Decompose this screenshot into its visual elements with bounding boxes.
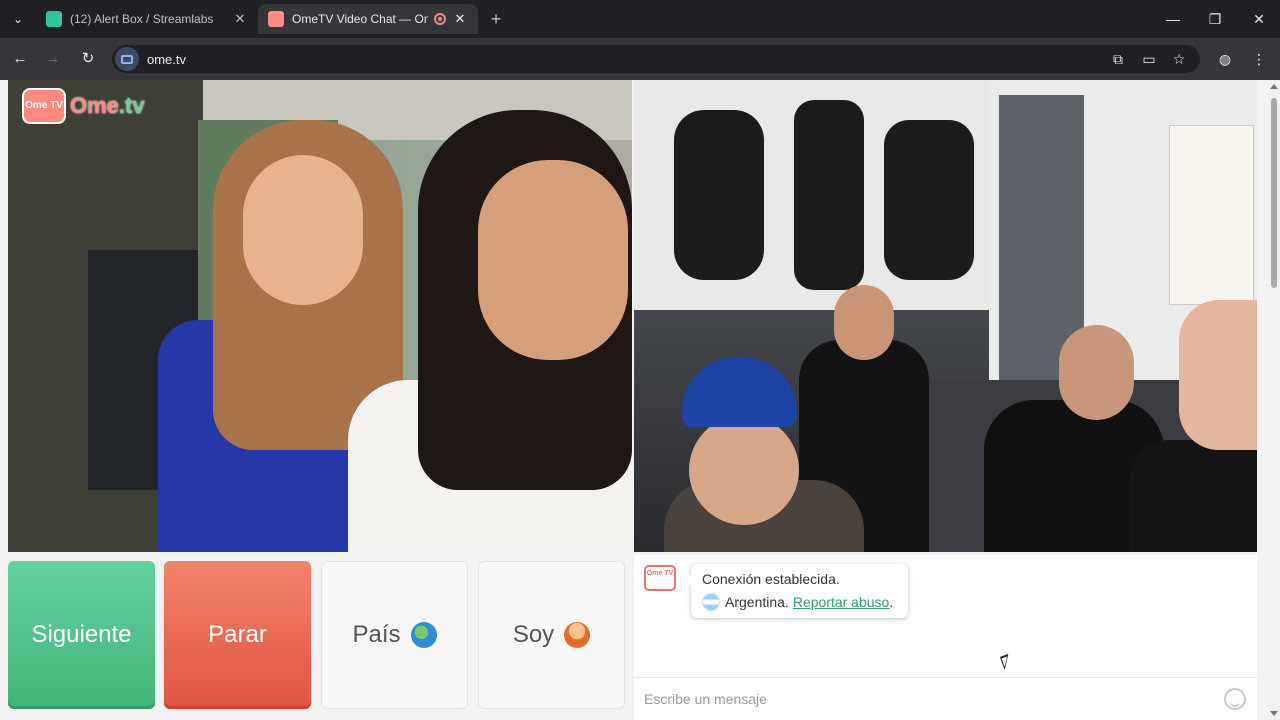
ometv-logo: Ome TV Ome.tv [22,88,145,124]
ometv-icon [268,11,284,27]
country-button-label: País [352,621,401,648]
report-suffix: . [889,594,894,610]
next-button[interactable]: Siguiente [8,561,155,709]
streamlabs-icon [46,11,62,27]
person-face [1059,325,1134,420]
logo-text-ome: Ome [70,93,119,118]
menu-dots-icon[interactable]: ⋮ [1248,48,1270,70]
logo-tv-badge: Ome TV [22,88,66,124]
profile-avatar-icon[interactable]: ◍ [1214,48,1236,70]
remote-video [634,80,1257,552]
person-dark-shirt [1129,440,1257,552]
new-tab-button[interactable]: + [486,9,506,29]
argentina-flag-icon [702,593,720,611]
logo-wordmark: Ome.tv [70,93,145,119]
gender-button-label: Soy [512,621,555,648]
partner-country-line: Argentina. Reportar abuso. [702,593,897,611]
translate-icon[interactable]: ⧉ [1107,48,1129,70]
graffiti-letter [794,100,864,290]
gender-select-button[interactable]: Soy [478,561,625,709]
graffiti-letter [884,120,974,280]
person-emoji-icon [564,622,591,648]
message-input[interactable] [634,691,1224,707]
person-face [1179,300,1257,450]
chat-panel: Ome TV Conexión establecida. Argentina. … [634,555,1257,720]
globe-icon [410,622,437,648]
mouse-cursor-icon [999,653,1014,671]
country-filter-button[interactable]: País [321,561,468,709]
back-arrow-icon[interactable]: ← [9,48,31,70]
browser-tab-strip: ⌄ (12) Alert Box / Streamlabs ✕ OmeTV Vi… [0,0,1280,38]
close-icon[interactable]: ✕ [452,11,468,27]
restore-button[interactable]: ❐ [1204,8,1226,30]
tab-ometv[interactable]: OmeTV Video Chat — Ome ✕ [258,4,478,34]
bookmark-star-icon[interactable]: ☆ [1168,48,1190,70]
ometv-page: Ome TV Ome.tv Siguiente Parar País Soy O… [0,80,1268,720]
recording-icon [434,13,446,25]
ometv-chat-logo-icon: Ome TV [644,565,676,591]
reload-icon[interactable]: ↻ [77,48,99,70]
scroll-up-arrow-icon[interactable] [1270,84,1278,89]
person-face [478,160,628,360]
scrollbar-thumb[interactable] [1271,98,1277,288]
tab-title: (12) Alert Box / Streamlabs [70,12,214,26]
logo-text-tv: .tv [118,93,145,118]
report-abuse-link[interactable]: Reportar abuso [793,594,890,610]
tab-streamlabs[interactable]: (12) Alert Box / Streamlabs ✕ [36,4,258,34]
partner-country-text: Argentina. [725,594,789,610]
address-bar[interactable]: ome.tv [112,45,1200,73]
person-face [689,415,799,525]
tab-title: OmeTV Video Chat — Ome [292,12,428,26]
url-text: ome.tv [147,51,187,67]
stop-button[interactable]: Parar [164,561,311,709]
whiteboard [1169,125,1254,305]
message-composer [634,677,1257,720]
tab-search-icon[interactable]: ⌄ [8,9,28,29]
blue-cap [682,357,797,427]
close-icon[interactable]: ✕ [232,11,248,27]
page-scrollbar[interactable] [1268,80,1280,720]
local-video: Ome TV Ome.tv [8,80,632,552]
system-message-bubble: Conexión establecida. Argentina. Reporta… [684,564,908,618]
graffiti-letter [674,110,764,280]
next-button-label: Siguiente [31,621,132,648]
stop-button-label: Parar [208,621,267,648]
window-close-button[interactable]: ✕ [1248,8,1270,30]
emoji-picker-icon[interactable] [1224,688,1246,710]
person-face [243,155,363,305]
site-info-icon[interactable] [115,47,139,71]
connection-status-text: Conexión establecida. [702,571,840,587]
browser-toolbar: ← → ↻ ome.tv ⧉ ▭ ☆ ◍ ⋮ [0,38,1280,80]
forward-arrow-icon[interactable]: → [42,48,64,70]
minimize-button[interactable]: — [1162,8,1184,30]
cast-icon[interactable]: ▭ [1138,48,1160,70]
person-face [834,285,894,360]
scroll-down-arrow-icon[interactable] [1270,711,1278,716]
